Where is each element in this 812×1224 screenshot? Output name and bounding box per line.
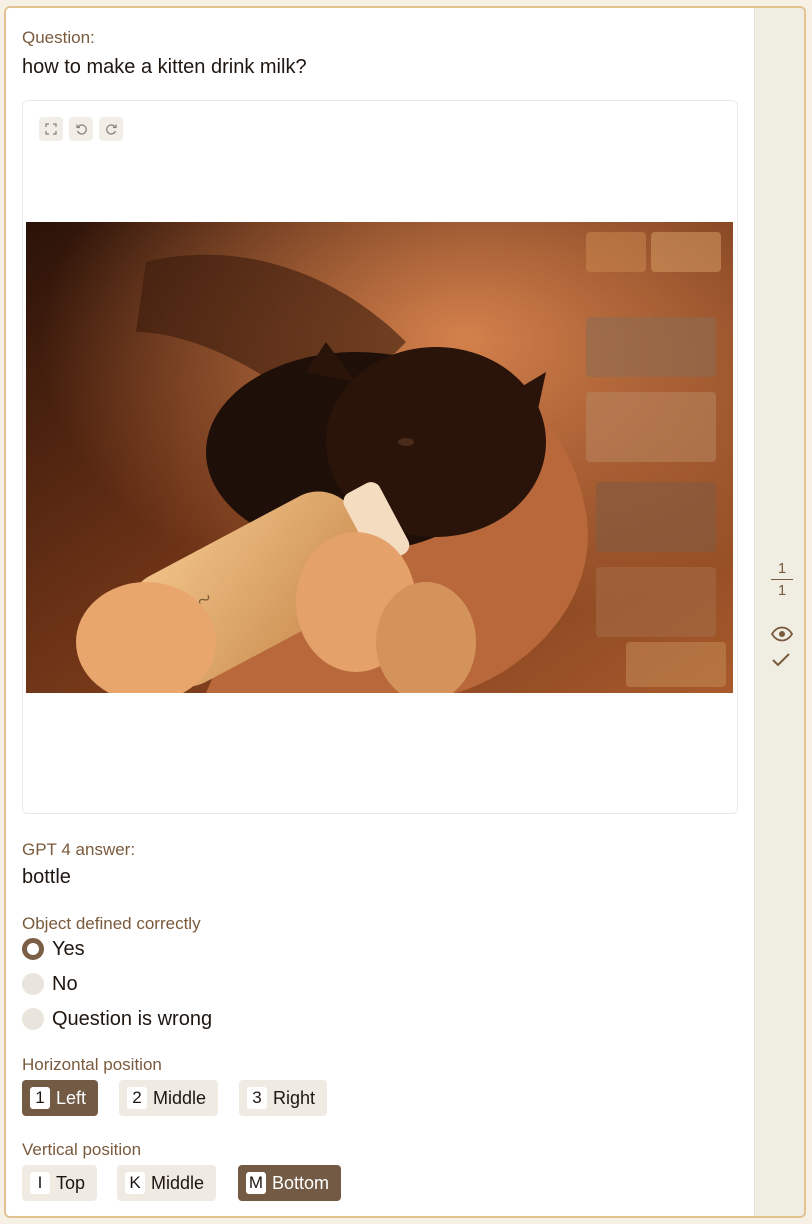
horizontal-position-label: Horizontal position bbox=[22, 1055, 162, 1074]
radio-option-no[interactable]: No bbox=[22, 970, 78, 998]
horizontal-right-button[interactable]: 3 Right bbox=[239, 1080, 328, 1116]
check-icon[interactable] bbox=[771, 652, 793, 672]
rotate-right-icon[interactable] bbox=[99, 117, 123, 141]
question-text: how to make a kitten drink milk? bbox=[22, 56, 307, 78]
radio-checked-icon[interactable] bbox=[22, 938, 44, 960]
button-label: Middle bbox=[153, 1087, 207, 1108]
hotkey-badge: M bbox=[246, 1172, 266, 1194]
task-card: Question: how to make a kitten drink mil… bbox=[4, 6, 806, 1218]
radio-option-yes[interactable]: Yes bbox=[22, 935, 85, 963]
button-label: Bottom bbox=[272, 1172, 330, 1193]
hotkey-badge: 1 bbox=[30, 1087, 50, 1109]
radio-option-label: No bbox=[52, 972, 78, 995]
button-label: Middle bbox=[151, 1172, 205, 1193]
answer-label: GPT 4 answer: bbox=[22, 840, 136, 859]
vertical-middle-button[interactable]: K Middle bbox=[117, 1165, 217, 1201]
radio-unchecked-icon[interactable] bbox=[22, 1008, 44, 1030]
button-label: Right bbox=[273, 1087, 316, 1108]
side-rail: 1 1 bbox=[754, 8, 804, 1216]
vertical-position-label: Vertical position bbox=[22, 1140, 142, 1159]
vertical-bottom-button[interactable]: M Bottom bbox=[238, 1165, 342, 1201]
page-counter-divider bbox=[771, 579, 793, 580]
hotkey-badge: K bbox=[125, 1172, 145, 1194]
question-label: Question: bbox=[22, 28, 95, 47]
horizontal-left-button[interactable]: 1 Left bbox=[22, 1080, 99, 1116]
object-defined-label: Object defined correctly bbox=[22, 914, 201, 933]
eye-icon[interactable] bbox=[770, 626, 794, 646]
radio-unchecked-icon[interactable] bbox=[22, 973, 44, 995]
vertical-top-button[interactable]: I Top bbox=[22, 1165, 98, 1201]
hotkey-badge: 3 bbox=[247, 1087, 267, 1109]
horizontal-middle-button[interactable]: 2 Middle bbox=[119, 1080, 219, 1116]
radio-option-question-wrong[interactable]: Question is wrong bbox=[22, 1005, 212, 1033]
button-label: Top bbox=[56, 1172, 86, 1193]
page-counter: 1 1 bbox=[767, 560, 797, 599]
page-total: 1 bbox=[777, 582, 787, 599]
hotkey-badge: I bbox=[30, 1172, 50, 1194]
page-current: 1 bbox=[777, 560, 787, 577]
radio-option-label: Yes bbox=[52, 937, 85, 960]
hotkey-badge: 2 bbox=[127, 1087, 147, 1109]
task-main-area: Question: how to make a kitten drink mil… bbox=[6, 8, 754, 1216]
kitten-bottle-photo: ~ bbox=[26, 222, 733, 693]
image-viewer: ~ bbox=[22, 100, 738, 814]
fullscreen-icon[interactable] bbox=[39, 117, 63, 141]
rotate-left-icon[interactable] bbox=[69, 117, 93, 141]
answer-text: bottle bbox=[22, 866, 71, 888]
button-label: Left bbox=[56, 1087, 87, 1108]
radio-option-label: Question is wrong bbox=[52, 1007, 213, 1030]
